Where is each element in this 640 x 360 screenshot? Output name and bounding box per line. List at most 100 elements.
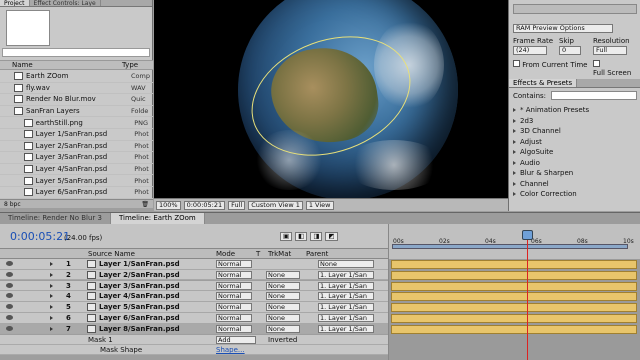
time-ruler[interactable]: 00s 02s 04s 06s 08s 10s <box>388 224 640 259</box>
full-screen-checkbox[interactable]: Full Screen <box>593 60 640 77</box>
mask-name[interactable]: Mask 1 <box>88 336 113 344</box>
eye-icon[interactable] <box>6 282 13 288</box>
project-search-input[interactable] <box>2 48 150 57</box>
expand-triangle-icon[interactable] <box>513 150 516 154</box>
eye-icon[interactable] <box>6 271 13 277</box>
eye-icon[interactable] <box>6 293 13 299</box>
effects-category[interactable]: Adjust <box>513 138 542 146</box>
layer-row[interactable]: 7 Layer 8/SanFran.psd Normal None 1. Layer 1… <box>0 323 388 335</box>
layer-duration-bar[interactable] <box>391 324 637 334</box>
tab-timeline-earth-zoom[interactable]: Timeline: Earth ZOom <box>110 213 205 224</box>
layer-duration-bar[interactable] <box>391 260 637 269</box>
tab-effects-presets[interactable]: Effects & Presets <box>509 79 578 87</box>
effects-search-input[interactable] <box>551 91 637 100</box>
layer-mode-dropdown[interactable]: Normal <box>216 292 252 301</box>
parent-dropdown[interactable]: 1. Layer 1/San <box>318 281 374 290</box>
layer-row[interactable]: 4 Layer 4/SanFran.psd Normal None 1. Layer 1… <box>0 291 388 302</box>
layer-mode-dropdown[interactable]: Normal <box>216 324 252 333</box>
expand-triangle-icon[interactable] <box>513 171 516 175</box>
layer-row[interactable]: 6 Layer 6/SanFran.psd Normal None 1. Layer 1… <box>0 313 388 324</box>
trkmat-dropdown[interactable]: None <box>266 303 300 312</box>
mask-row[interactable]: Mask 1 Add Inverted <box>0 335 388 345</box>
layer-row[interactable]: 3 Layer 3/SanFran.psd Normal None 1. Layer 1… <box>0 280 388 292</box>
expand-triangle-icon[interactable] <box>50 272 53 277</box>
effects-category[interactable]: 3D Channel <box>513 127 561 135</box>
mask-shape-link[interactable]: Shape... <box>216 346 245 354</box>
effects-category[interactable]: Blur & Sharpen <box>513 169 573 177</box>
ram-preview-dropdown[interactable]: RAM Preview Options <box>513 24 613 33</box>
trkmat-dropdown[interactable]: None <box>266 281 300 290</box>
expand-triangle-icon[interactable] <box>50 294 53 299</box>
name-column-header[interactable]: Name <box>0 61 118 69</box>
expand-triangle-icon[interactable] <box>513 181 516 186</box>
layer-row[interactable]: 1 Layer 1/SanFran.psd Normal None <box>0 259 388 270</box>
trkmat-dropdown[interactable]: None <box>266 270 300 279</box>
eye-icon[interactable] <box>6 304 13 310</box>
effects-category[interactable]: Audio <box>513 159 540 167</box>
layer-mode-dropdown[interactable]: Normal <box>216 270 252 279</box>
current-time-indicator[interactable] <box>522 230 533 240</box>
frame-rate-dropdown[interactable]: (24) <box>513 46 547 55</box>
expand-triangle-icon[interactable] <box>50 326 53 331</box>
mask-mode-dropdown[interactable]: Add <box>216 336 256 344</box>
timeline-switch-buttons[interactable]: ▣ ◧ ◨ ◩ <box>280 232 360 242</box>
parent-dropdown[interactable]: 1. Layer 1/San <box>318 292 374 301</box>
layer-name[interactable]: Layer 6/SanFran.psd <box>99 314 180 322</box>
view-dropdown[interactable]: Custom View 1 <box>248 200 303 210</box>
expand-triangle-icon[interactable] <box>50 316 53 320</box>
layer-duration-bar[interactable] <box>391 314 637 323</box>
expand-triangle-icon[interactable] <box>513 192 516 196</box>
layer-duration-bar[interactable] <box>391 292 637 302</box>
live-update-icon[interactable]: ◧ <box>295 232 308 241</box>
eye-icon[interactable] <box>6 261 13 266</box>
draft-3d-icon[interactable]: ◨ <box>310 232 323 241</box>
project-item[interactable]: fly.wav WAV <box>0 83 153 95</box>
layer-duration-bar[interactable] <box>391 303 637 313</box>
type-column-header[interactable]: Type <box>118 61 138 69</box>
layer-name[interactable]: Layer 8/SanFran.psd <box>99 325 180 333</box>
expand-triangle-icon[interactable] <box>513 160 516 165</box>
tab-effect-controls[interactable]: Effect Controls: Laye <box>30 0 101 6</box>
time-display[interactable]: 0:00:05:21 <box>183 200 226 210</box>
effects-category[interactable]: AlgoSuite <box>513 148 553 156</box>
resolution-dropdown[interactable]: Full <box>593 46 627 55</box>
effects-category[interactable]: Channel <box>513 180 549 188</box>
parent-dropdown[interactable]: 1. Layer 1/San <box>318 324 374 333</box>
transport-controls[interactable] <box>513 4 637 14</box>
trkmat-header[interactable]: TrkMat <box>268 250 291 258</box>
layer-duration-bar[interactable] <box>391 270 637 280</box>
comp-flowchart-icon[interactable]: ▣ <box>280 232 293 241</box>
inverted-label[interactable]: Inverted <box>268 336 297 344</box>
effects-category[interactable]: * Animation Presets <box>513 106 589 114</box>
eye-icon[interactable] <box>6 315 13 320</box>
parent-dropdown[interactable]: None <box>318 260 374 268</box>
parent-dropdown[interactable]: 1. Layer 1/San <box>318 314 374 322</box>
expand-triangle-icon[interactable] <box>50 262 53 266</box>
parent-dropdown[interactable]: 1. Layer 1/San <box>318 270 374 279</box>
mode-header[interactable]: Mode <box>216 250 235 258</box>
skip-dropdown[interactable]: 0 <box>559 46 581 55</box>
layer-mode-dropdown[interactable]: Normal <box>216 303 252 312</box>
project-item[interactable]: Layer 6/SanFran.psd Phot <box>0 187 153 199</box>
t-header[interactable]: T <box>256 250 260 258</box>
tab-project[interactable]: Project <box>0 0 30 6</box>
expand-triangle-icon[interactable] <box>513 108 516 112</box>
project-item[interactable]: earthStill.png PNG <box>0 117 153 129</box>
motion-blur-icon[interactable]: ◩ <box>325 232 338 241</box>
layer-duration-bar[interactable] <box>391 281 637 291</box>
trkmat-dropdown[interactable]: None <box>266 324 300 333</box>
project-item[interactable]: Layer 3/SanFran.psd Phot <box>0 152 153 164</box>
layer-row[interactable]: 2 Layer 2/SanFran.psd Normal None 1. Layer 1… <box>0 269 388 281</box>
layer-name[interactable]: Layer 4/SanFran.psd <box>99 292 180 300</box>
project-item[interactable]: Layer 4/SanFran.psd Phot <box>0 164 153 176</box>
from-current-checkbox[interactable]: From Current Time <box>513 60 587 69</box>
project-item[interactable]: SanFran Layers Folde <box>0 106 153 118</box>
effects-category[interactable]: Color Correction <box>513 190 577 198</box>
eye-icon[interactable] <box>6 325 13 331</box>
views-dropdown[interactable]: 1 View <box>305 200 334 210</box>
project-item[interactable]: Layer 5/SanFran.psd Phot <box>0 175 153 187</box>
resolution-dropdown[interactable]: Full <box>228 200 246 210</box>
layer-name[interactable]: Layer 3/SanFran.psd <box>99 282 180 290</box>
effects-category[interactable]: 2d3 <box>513 117 533 125</box>
tab-timeline-render-no-blur[interactable]: Timeline: Render No Blur 3 <box>0 213 111 224</box>
